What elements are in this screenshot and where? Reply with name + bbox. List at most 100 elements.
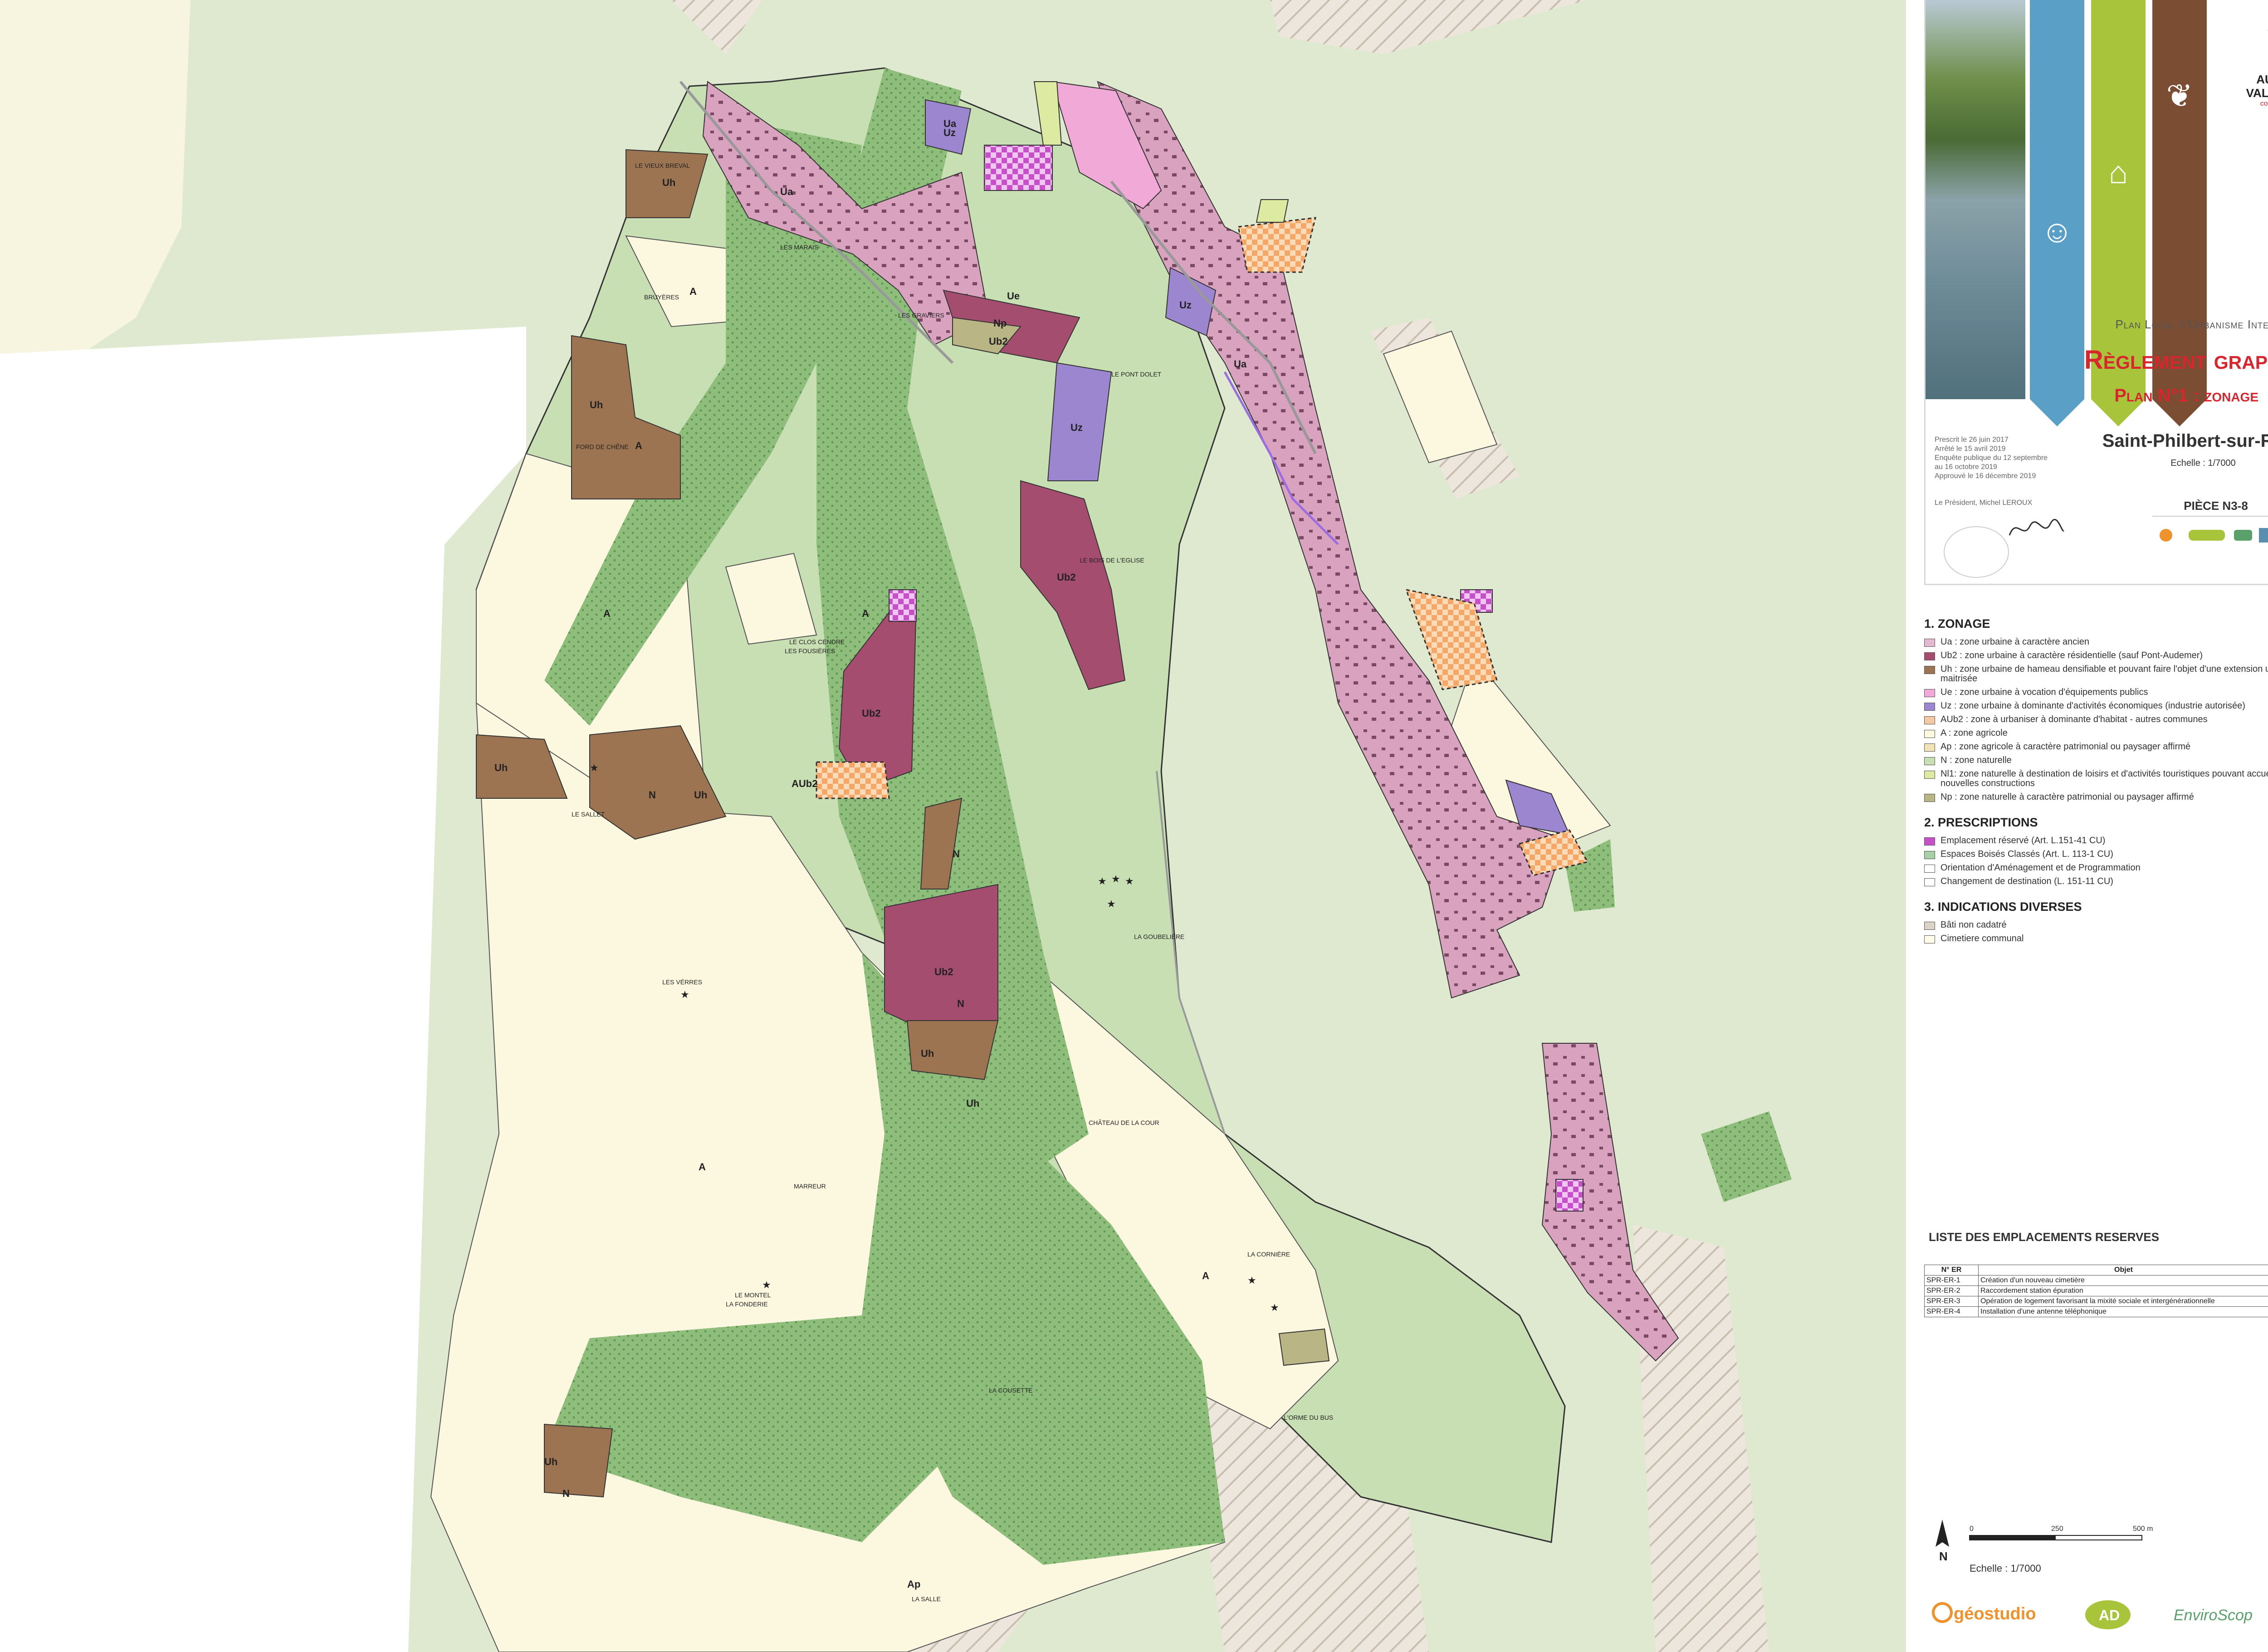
- table-row: SPR-ER-1 Création d'un nouveau cimetière: [1924, 1275, 2268, 1286]
- logo-text: PONT-AUDEMER VAL DE RISLE: [2246, 73, 2268, 100]
- legend-item: Emplacement réservé (Art. L.151-41 CU): [1924, 836, 2268, 846]
- place-name: LES FOUSIÈRES: [785, 647, 835, 655]
- zone-label: A: [603, 608, 611, 619]
- svg-text:★: ★: [680, 989, 689, 1000]
- legend-item: Ub2 : zone urbaine à caractère résidenti…: [1924, 651, 2268, 660]
- legend-swatch: [1924, 743, 1935, 752]
- place-name: L'ORME DU BUS: [1284, 1414, 1333, 1421]
- legend-swatch: [1924, 922, 1935, 930]
- legend-label: Nl1: zone naturelle à destination de loi…: [1941, 769, 2268, 788]
- partner-geostudio: géostudio: [1954, 1604, 2036, 1623]
- table-row: SPR-ER-4 Installation d'une antenne télép…: [1924, 1306, 2268, 1317]
- legend-swatch: [1924, 935, 1935, 943]
- legend-label: Ap : zone agricole à caractère patrimoni…: [1941, 742, 2191, 752]
- legend-label: Uz : zone urbaine à dominante d'activité…: [1941, 701, 2245, 711]
- place-name: LE MONTEL: [735, 1291, 771, 1299]
- zone-label: Uh: [921, 1048, 934, 1059]
- place-name: LES GRAVIERS: [898, 312, 944, 319]
- place-name: LE VIEUX BREVAL: [635, 162, 690, 169]
- scale-text: Echelle : 1/7000: [2170, 458, 2236, 468]
- cc-logo: ✿ PONT-AUDEMER VAL DE RISLE communauté d…: [2243, 9, 2268, 116]
- geostudio-icon: [1932, 1602, 1953, 1623]
- zone-label: Ub2: [934, 966, 953, 978]
- legend-item: Uh : zone urbaine de hameau densifiable …: [1924, 665, 2268, 684]
- er-header: N° ER: [1924, 1265, 1979, 1276]
- svg-text:★: ★: [762, 1279, 771, 1290]
- svg-text:★: ★: [590, 762, 599, 773]
- scale-tick: 250: [2051, 1525, 2063, 1533]
- building-icon: ⌂: [2108, 155, 2128, 190]
- zone-label: Ap: [907, 1579, 920, 1590]
- zone-label: N: [562, 1488, 570, 1499]
- scale-label: Echelle : 1/7000: [1970, 1563, 2041, 1574]
- plu-heading: Plan Local d'Urbanisme Intercommunal: [2115, 318, 2268, 331]
- scale-tick: 0: [1970, 1525, 1974, 1533]
- svg-text:★: ★: [1247, 1275, 1256, 1286]
- legend-label: A : zone agricole: [1941, 728, 2008, 738]
- zone-label: Uh: [494, 762, 508, 773]
- zone-label: A: [862, 608, 869, 619]
- leaf-icon: ❦: [2166, 78, 2193, 113]
- zone-label: Uz: [1179, 299, 1192, 311]
- legend-item: A : zone agricole: [1924, 728, 2268, 738]
- er-header: Objet: [1978, 1265, 2268, 1276]
- zone-label: Ub2: [862, 708, 881, 719]
- legend-label: Changement de destination (L. 151-11 CU): [1941, 876, 2113, 886]
- er-table: N° ER Objet SPR-ER-1 Création d'un nouvea…: [1924, 1265, 2268, 1317]
- band-green: ⌂: [2091, 0, 2146, 426]
- legend-swatch: [1924, 639, 1935, 647]
- band-blue: ☺: [2030, 0, 2084, 426]
- legend-label: Emplacement réservé (Art. L.151-41 CU): [1941, 836, 2106, 846]
- dates-block: Prescrit le 26 juin 2017 Arrêté le 15 av…: [1935, 435, 2084, 481]
- svg-text:★: ★: [1125, 875, 1134, 887]
- legend-item: Bâti non cadatré: [1924, 920, 2268, 930]
- place-name: MARREUR: [794, 1183, 826, 1190]
- date-line: Prescrit le 26 juin 2017: [1935, 436, 2009, 444]
- band-brown: ❦: [2152, 0, 2207, 426]
- svg-text:★: ★: [1111, 873, 1120, 885]
- zoning-map[interactable]: Ua Ua Ua Uz Uz Uz Ub2 Ub2 Ub2 Ub2 Uh Uh …: [0, 0, 1905, 1652]
- legend-label: Espaces Boisés Classés (Art. L. 113-1 CU…: [1941, 849, 2113, 859]
- er-cell: SPR-ER-3: [1924, 1296, 1979, 1307]
- er-cell: SPR-ER-2: [1924, 1285, 1979, 1296]
- side-panel: ☺ ⌂ ❦ ✿ PONT-AUDEMER VAL DE RISLE commun…: [1905, 0, 2268, 1652]
- date-line: Arrêté le 15 avril 2019: [1935, 445, 2006, 453]
- partner-logos: géostudio AD EnviroScop: [1932, 1600, 2253, 1629]
- piece-number: PIÈCE N3-8: [2152, 499, 2268, 517]
- legend-swatch: [1924, 878, 1935, 886]
- legend-label: AUb2 : zone à urbaniser à dominante d'ha…: [1941, 714, 2208, 724]
- legend-swatch: [1924, 794, 1935, 802]
- zone-label: Uh: [694, 789, 707, 801]
- zone-label: Uh: [590, 399, 603, 411]
- zone-label: A: [635, 440, 642, 451]
- president-line: Le Président, Michel LEROUX: [1935, 499, 2033, 507]
- legend-swatch: [1924, 837, 1935, 846]
- signature-icon: [2009, 519, 2065, 536]
- er-cell: Raccordement station épuration: [1978, 1285, 2268, 1296]
- north-label: N: [1939, 1549, 1948, 1563]
- er-cell: SPR-ER-4: [1924, 1306, 1979, 1317]
- zone-label: Ua: [780, 186, 793, 197]
- legend-item: Uz : zone urbaine à dominante d'activité…: [1924, 701, 2268, 711]
- legend-label: Uh : zone urbaine de hameau densifiable …: [1941, 664, 2268, 684]
- place-name: LES VÉRRES: [662, 978, 702, 986]
- seal-icon: [1944, 526, 2009, 578]
- legend-item: N : zone naturelle: [1924, 756, 2268, 765]
- place-name: LE CLOS CENDRE: [789, 638, 845, 645]
- zone-label: Uz: [943, 127, 956, 138]
- legend-item: Changement de destination (L. 151-11 CU): [1924, 877, 2268, 886]
- zone-label: A: [689, 286, 697, 297]
- legend-swatch: [1924, 703, 1935, 711]
- er-cell: Installation d'une antenne téléphonique: [1978, 1306, 2268, 1317]
- table-row: SPR-ER-2 Raccordement station épuration: [1924, 1285, 2268, 1296]
- legend-swatch: [1924, 757, 1935, 765]
- legend-swatch: [1924, 851, 1935, 859]
- er-cell: Opération de logement favorisant la mixi…: [1978, 1296, 2268, 1307]
- legend-item: Np : zone naturelle à caractère patrimon…: [1924, 792, 2268, 802]
- zone-label: Uh: [662, 177, 675, 188]
- zone-label: Uh: [544, 1456, 557, 1467]
- place-name: LE PONT DOLET: [1111, 371, 1162, 378]
- er-cell: SPR-ER-1: [1924, 1275, 1979, 1286]
- place-name: LA CORNIÈRE: [1247, 1251, 1290, 1258]
- flower-icon: ✿: [2243, 9, 2268, 59]
